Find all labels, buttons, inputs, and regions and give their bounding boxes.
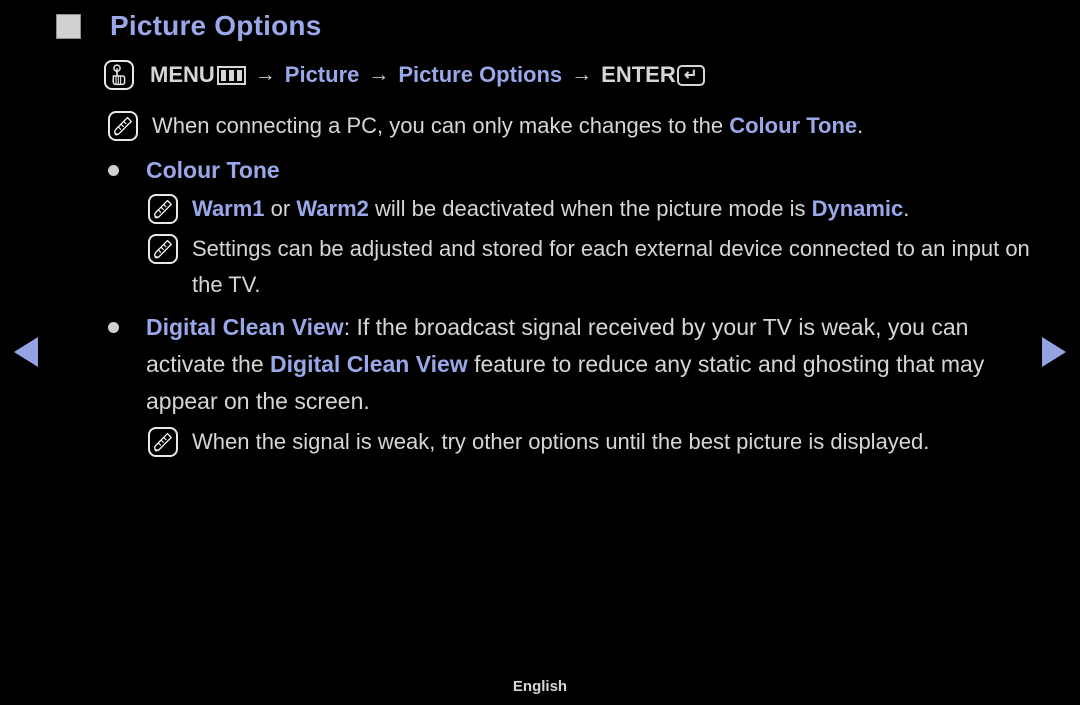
note-warm-modes: Warm1 or Warm2 will be deactivated when …	[148, 191, 1080, 227]
bullet-digital-clean-view: Digital Clean View: If the broadcast sig…	[108, 309, 1080, 420]
menu-label: MENU	[150, 62, 246, 88]
path-arrow-1: →	[254, 63, 276, 86]
page-title: Picture Options	[110, 10, 322, 41]
note-pencil-icon	[148, 427, 178, 457]
note-weak-signal-text: When the signal is weak, try other optio…	[192, 429, 930, 454]
note-warm-modes-text: Warm1 or Warm2 will be deactivated when …	[192, 196, 910, 221]
menu-grid-icon	[216, 65, 246, 85]
square-bullet-icon	[56, 13, 81, 39]
footer-language: English	[512, 678, 568, 695]
page-title-row: Picture Options	[56, 12, 321, 40]
enter-label: ENTER ↵	[601, 62, 705, 88]
hand-press-icon	[104, 60, 134, 90]
content-body: When connecting a PC, you can only make …	[0, 108, 1080, 464]
bullet-dot-icon	[108, 322, 119, 333]
path-arrow-2: →	[368, 63, 390, 86]
triangle-right-icon[interactable]	[1042, 337, 1066, 367]
note-pencil-icon	[148, 194, 178, 224]
path-arrow-3: →	[571, 63, 593, 86]
note-pencil-icon	[148, 234, 178, 264]
triangle-left-icon[interactable]	[14, 337, 38, 367]
emanual-page: Picture Options MENU → Picture → Picture…	[0, 0, 1080, 705]
note-settings-stored-text: Settings can be adjusted and stored for …	[192, 236, 1030, 297]
path-step-picture-options: Picture Options	[398, 62, 563, 87]
note-weak-signal: When the signal is weak, try other optio…	[148, 424, 1080, 460]
bullet-colour-tone-label: Colour Tone	[146, 157, 280, 183]
bullet-dot-icon	[108, 165, 119, 176]
note-settings-stored: Settings can be adjusted and stored for …	[148, 231, 1080, 303]
path-step-picture: Picture	[284, 62, 360, 87]
enter-return-icon: ↵	[676, 64, 705, 86]
menu-path: MENU → Picture → Picture Options → ENTER…	[104, 60, 705, 90]
note-pc-colour-tone-text: When connecting a PC, you can only make …	[152, 113, 864, 138]
note-pc-colour-tone: When connecting a PC, you can only make …	[108, 108, 1080, 144]
bullet-colour-tone: Colour Tone	[108, 152, 1080, 189]
bullet-digital-clean-view-text: Digital Clean View: If the broadcast sig…	[146, 314, 985, 414]
note-pencil-icon	[108, 111, 138, 141]
